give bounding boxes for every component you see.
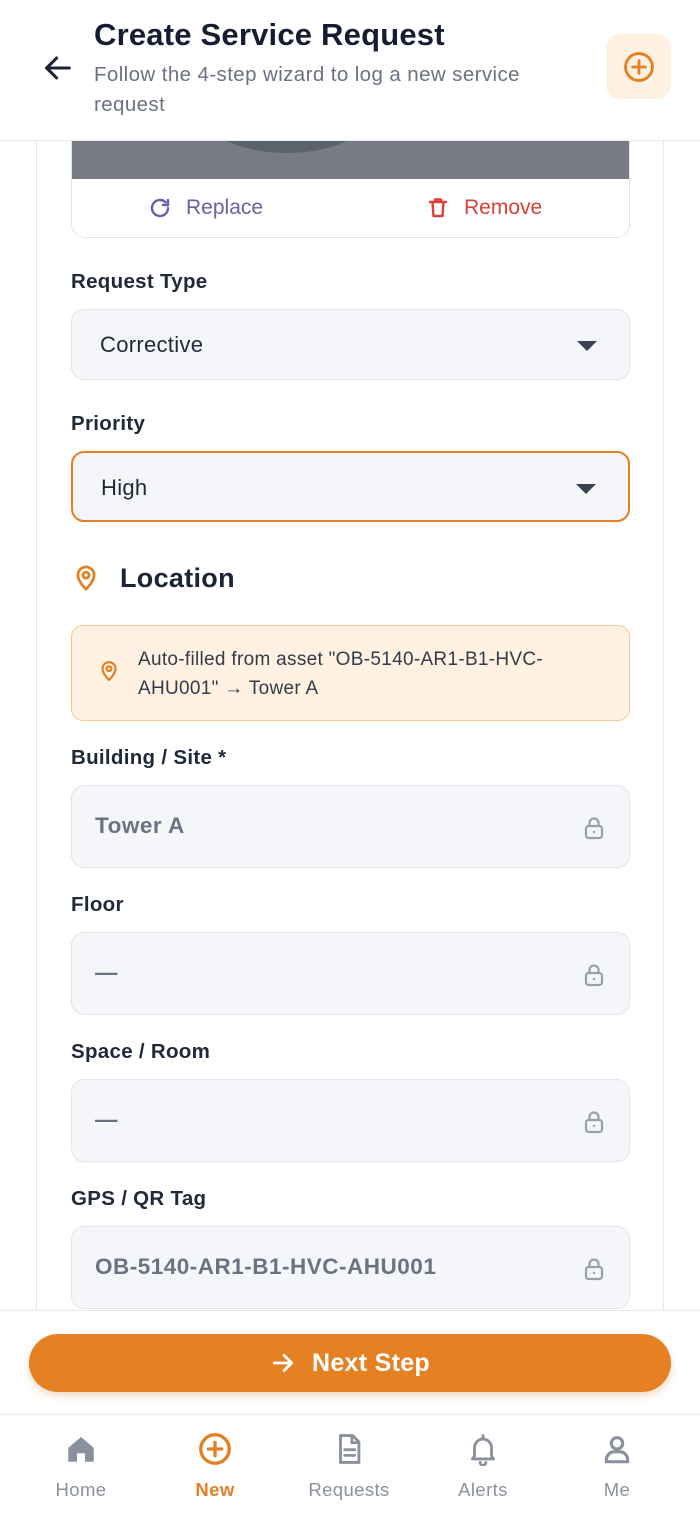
priority-value: High <box>101 475 148 500</box>
map-pin-icon <box>76 565 96 591</box>
plus-circle-icon <box>197 1431 233 1467</box>
trash-icon <box>428 198 448 218</box>
location-title: Location <box>120 562 235 593</box>
nav-new[interactable]: New <box>148 1415 282 1515</box>
app-header: Create Service Request Follow the 4-step… <box>0 0 700 141</box>
lock-icon <box>584 964 604 987</box>
request-type-value: Corrective <box>100 332 204 357</box>
nav-requests-label: Requests <box>308 1479 390 1500</box>
nav-alerts[interactable]: Alerts <box>416 1415 550 1515</box>
back-button[interactable] <box>36 46 80 90</box>
request-type-label: Request Type <box>71 270 208 293</box>
floor-label: Floor <box>71 893 124 916</box>
next-step-label: Next Step <box>311 1348 430 1377</box>
building-label: Building / Site * <box>71 746 227 769</box>
replace-photo-button[interactable]: Replace <box>148 191 263 225</box>
bottom-nav: Home New Requests Alerts Me <box>0 1414 700 1515</box>
bell-icon <box>465 1431 501 1467</box>
nav-home-label: Home <box>55 1479 107 1500</box>
map-pin-icon <box>101 661 117 682</box>
plus-circle-icon <box>623 51 654 82</box>
user-icon <box>599 1431 635 1467</box>
space-value: — <box>95 1107 118 1132</box>
autofill-notice: Auto-filled from asset "OB-5140-AR1-B1-H… <box>71 625 630 721</box>
floor-field: — <box>71 932 630 1015</box>
home-icon <box>63 1431 99 1467</box>
nav-alerts-label: Alerts <box>458 1479 508 1500</box>
page-subtitle: Follow the 4-step wizard to log a new se… <box>94 63 520 116</box>
space-field: — <box>71 1079 630 1162</box>
arrow-right-icon <box>272 1354 294 1372</box>
nav-me-label: Me <box>603 1479 631 1500</box>
page-title: Create Service Request <box>94 17 445 52</box>
document-icon <box>331 1431 367 1467</box>
gps-field: OB-5140-AR1-B1-HVC-AHU001 <box>71 1226 630 1309</box>
lock-icon <box>584 1258 604 1281</box>
priority-select[interactable]: High <box>71 451 630 522</box>
action-bar: Next Step <box>0 1310 700 1414</box>
chevron-down-icon <box>576 484 596 494</box>
arrow-left-icon <box>45 56 71 80</box>
lock-icon <box>584 1111 604 1134</box>
gps-label: GPS / QR Tag <box>71 1187 207 1210</box>
request-type-select[interactable]: Corrective <box>71 309 630 380</box>
building-field: Tower A <box>71 785 630 868</box>
photo-preview: Replace Remove <box>71 141 630 238</box>
refresh-icon <box>150 198 170 218</box>
remove-photo-button[interactable]: Remove <box>426 191 542 225</box>
lock-icon <box>584 817 604 840</box>
nav-me[interactable]: Me <box>550 1415 684 1515</box>
gps-value: OB-5140-AR1-B1-HVC-AHU001 <box>95 1254 437 1279</box>
floor-value: — <box>95 960 118 985</box>
building-value: Tower A <box>95 813 185 838</box>
space-label: Space / Room <box>71 1040 211 1063</box>
nav-requests[interactable]: Requests <box>282 1415 416 1515</box>
priority-label: Priority <box>71 412 146 435</box>
next-step-button[interactable]: Next Step <box>29 1334 671 1392</box>
remove-label: Remove <box>464 196 543 219</box>
chevron-down-icon <box>577 341 597 351</box>
location-section-header: Location <box>71 560 235 596</box>
nav-home[interactable]: Home <box>14 1415 148 1515</box>
photo-image <box>72 141 629 179</box>
autofill-text: Auto-filled from asset "OB-5140-AR1-B1-H… <box>138 649 544 699</box>
form-card: Replace Remove Request Type Corrective P… <box>36 141 664 1310</box>
replace-label: Replace <box>186 196 264 219</box>
nav-new-label: New <box>195 1479 235 1500</box>
new-request-button[interactable] <box>606 34 671 99</box>
